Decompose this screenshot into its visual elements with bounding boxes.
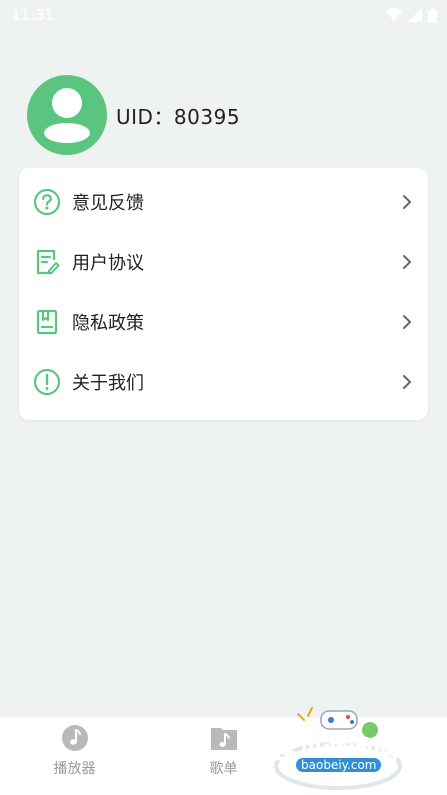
status-bar: 11:31 xyxy=(0,0,447,30)
user-icon xyxy=(44,88,90,143)
question-circle-icon xyxy=(33,188,61,216)
wifi-icon xyxy=(386,8,402,21)
avatar[interactable] xyxy=(27,75,107,155)
settings-menu: 意见反馈 用户协议 隐私政策 关于我们 xyxy=(19,168,428,420)
watermark-url: baobeiy.com xyxy=(296,758,382,772)
status-time: 11:31 xyxy=(11,6,55,24)
signal-icon xyxy=(408,8,422,22)
nav-label: 歌单 xyxy=(209,761,238,777)
menu-item-label: 关于我们 xyxy=(72,373,144,394)
music-folder-icon xyxy=(210,728,237,750)
menu-item-user-agreement[interactable]: 用户协议 xyxy=(19,232,428,292)
menu-item-privacy-policy[interactable]: 隐私政策 xyxy=(19,292,428,352)
chevron-right-icon xyxy=(400,252,414,272)
menu-item-label: 意见反馈 xyxy=(72,193,144,214)
chevron-right-icon xyxy=(400,192,414,212)
document-edit-icon xyxy=(33,248,61,276)
profile-header: UID：80395 xyxy=(27,75,240,155)
nav-label: 播放器 xyxy=(53,761,96,777)
battery-icon xyxy=(428,7,437,23)
chevron-right-icon xyxy=(400,372,414,392)
exclamation-circle-icon xyxy=(33,368,61,396)
chevron-right-icon xyxy=(400,312,414,332)
music-note-circle-icon xyxy=(61,725,88,751)
nav-item-player[interactable]: 播放器 xyxy=(0,717,149,795)
menu-item-about-us[interactable]: 关于我们 xyxy=(19,352,428,412)
menu-item-label: 隐私政策 xyxy=(72,313,144,334)
watermark-logo: 宝贝游戏网 baobeiy.com xyxy=(268,706,418,790)
status-icons xyxy=(386,7,437,23)
notebook-icon xyxy=(33,308,61,336)
menu-item-feedback[interactable]: 意见反馈 xyxy=(19,172,428,232)
uid-label: UID：80395 xyxy=(116,104,241,129)
menu-item-label: 用户协议 xyxy=(72,253,144,274)
